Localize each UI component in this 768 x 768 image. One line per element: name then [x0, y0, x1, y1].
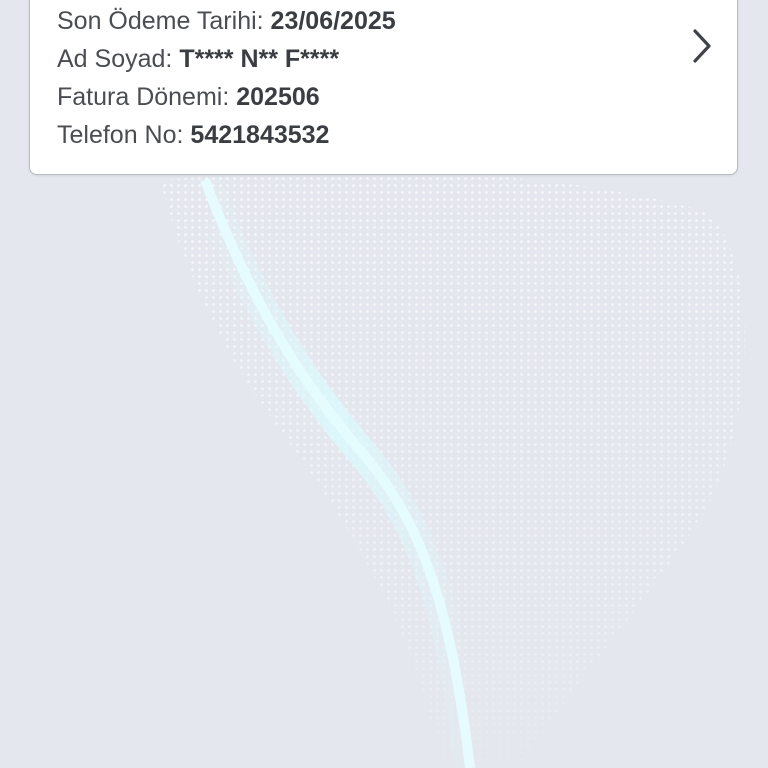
bill-period-value: 202506	[236, 83, 320, 111]
bill-period-row: Fatura Dönemi: 202506	[57, 82, 320, 112]
due-date-value: 23/06/2025	[270, 7, 396, 35]
name-value: T**** N** F****	[179, 45, 340, 73]
name-row: Ad Soyad: T**** N** F****	[57, 44, 339, 74]
name-label: Ad Soyad:	[57, 45, 180, 73]
bill-summary-card[interactable]: Son Ödeme Tarihi: 23/06/2025 Ad Soyad: T…	[29, 0, 738, 175]
due-date-row: Son Ödeme Tarihi: 23/06/2025	[57, 6, 396, 36]
phone-label: Telefon No:	[57, 121, 191, 149]
bill-period-label: Fatura Dönemi:	[57, 83, 237, 111]
phone-value: 5421843532	[190, 121, 330, 149]
due-date-label: Son Ödeme Tarihi:	[57, 7, 271, 35]
phone-row: Telefon No: 5421843532	[57, 120, 329, 150]
chevron-right-icon[interactable]	[687, 27, 717, 65]
